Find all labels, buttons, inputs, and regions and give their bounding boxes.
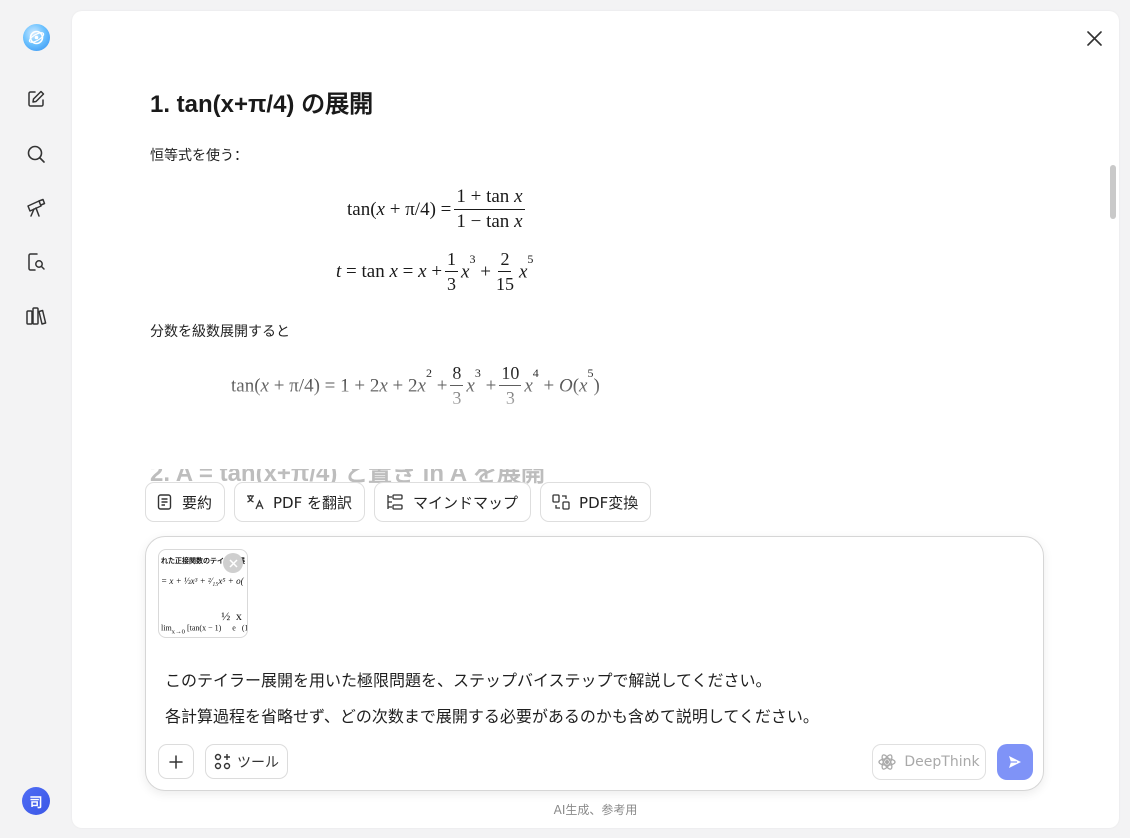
close-icon — [228, 558, 238, 568]
close-icon — [1086, 30, 1102, 46]
attachment-thumbnail[interactable]: れた正接関数のテイラー展 = x + ⅓x³ + ²⁄₁₅x⁵ + o( lim… — [158, 549, 248, 638]
chat-composer: れた正接関数のテイラー展 = x + ⅓x³ + ²⁄₁₅x⁵ + o( lim… — [145, 536, 1044, 791]
prompt-input[interactable]: このテイラー展開を用いた極限問題を、ステップバイステップで解説してください。 各… — [165, 663, 1025, 735]
prompt-line-2: 各計算過程を省略せず、どの次数まで展開する必要があるのかも含めて説明してください… — [165, 707, 819, 726]
paragraph-series: 分数を級数展開すると — [150, 324, 290, 340]
mindmap-button[interactable]: マインドマップ — [374, 482, 532, 522]
article-content: 1. tan(x+π/4) の展開 恒等式を使う： tan(x + π/4) =… — [150, 85, 770, 487]
library-icon[interactable] — [24, 304, 48, 328]
tools-label: ツール — [237, 754, 279, 771]
summary-label: 要約 — [182, 493, 213, 512]
tools-button[interactable]: ツール — [205, 744, 288, 779]
sidebar: 司 — [0, 0, 72, 838]
remove-attachment-button[interactable] — [223, 553, 243, 573]
section-heading-1: 1. tan(x+π/4) の展開 — [150, 91, 374, 118]
deepthink-label: DeepThink — [904, 754, 980, 770]
send-button[interactable] — [997, 744, 1033, 780]
content-fade — [72, 369, 1032, 469]
tools-icon — [214, 753, 231, 770]
pdf-convert-button[interactable]: PDF変換 — [540, 482, 652, 522]
deepthink-toggle[interactable]: DeepThink — [872, 744, 986, 780]
summary-icon — [157, 494, 172, 510]
prompt-line-1: このテイラー展開を用いた極限問題を、ステップバイステップで解説してください。 — [165, 671, 772, 690]
telescope-icon[interactable] — [24, 196, 48, 220]
document-panel: 1. tan(x+π/4) の展開 恒等式を使う： tan(x + π/4) =… — [72, 11, 1119, 828]
logo-icon — [28, 30, 45, 45]
scrollbar[interactable] — [1110, 165, 1116, 219]
attachment-formula-2: limx→0 [tan(x − 1)½ ex(1 — [161, 609, 248, 636]
mindmap-icon — [387, 494, 403, 510]
document-search-icon[interactable] — [24, 250, 48, 274]
avatar[interactable]: 司 — [22, 787, 50, 815]
attachment-formula-1: = x + ⅓x³ + ²⁄₁₅x⁵ + o( — [161, 576, 244, 586]
new-chat-icon[interactable] — [24, 87, 48, 111]
atom-icon — [878, 754, 897, 770]
search-icon[interactable] — [24, 142, 48, 166]
translate-icon — [247, 495, 264, 510]
paragraph-identity: 恒等式を使う： — [150, 148, 248, 164]
pdf-convert-label: PDF変換 — [579, 493, 639, 512]
app-logo[interactable] — [23, 24, 50, 51]
send-icon — [1009, 756, 1021, 768]
equation-tan-series: t = tan x = x + 13 x3 + 2 15 x5 — [336, 249, 534, 294]
add-button[interactable] — [158, 744, 194, 779]
convert-icon — [552, 494, 570, 510]
equation-tan-identity: tan(x + π/4) = 1 + tan x 1 − tan x — [347, 186, 525, 232]
ai-disclaimer: AI生成、参考用 — [553, 803, 638, 817]
summary-button[interactable]: 要約 — [145, 482, 226, 522]
translate-pdf-label: PDF を翻訳 — [273, 493, 353, 512]
plus-icon — [169, 754, 183, 769]
close-button[interactable] — [1084, 27, 1104, 49]
quick-actions: 要約 PDF を翻訳 マインドマップ PDF変換 — [145, 482, 652, 522]
translate-pdf-button[interactable]: PDF を翻訳 — [234, 482, 366, 522]
mindmap-label: マインドマップ — [413, 493, 519, 512]
